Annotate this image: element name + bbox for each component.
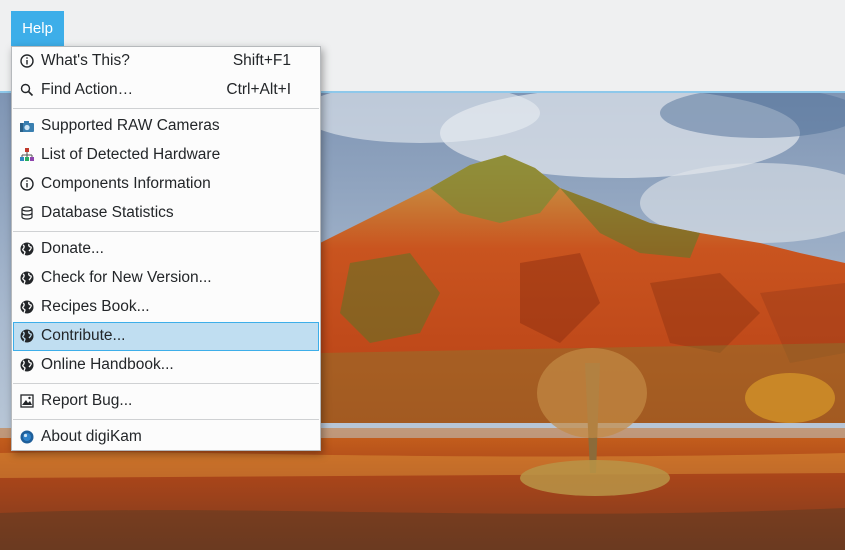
menu-separator xyxy=(13,419,319,420)
menu-item-check-new-version[interactable]: Check for New Version... xyxy=(13,264,319,293)
menu-item-recipes-book[interactable]: Recipes Book... xyxy=(13,293,319,322)
menu-item-online-handbook[interactable]: Online Handbook... xyxy=(13,351,319,380)
menu-item-whats-this[interactable]: What's This? Shift+F1 xyxy=(13,47,319,76)
menu-item-label: Components Information xyxy=(41,175,211,192)
menu-item-find-action[interactable]: Find Action… Ctrl+Alt+I xyxy=(13,76,319,105)
digikam-logo-icon xyxy=(19,429,35,445)
menu-item-label: Check for New Version... xyxy=(41,269,212,286)
menu-item-report-bug[interactable]: Report Bug... xyxy=(13,387,319,416)
globe-icon xyxy=(19,241,35,257)
globe-icon xyxy=(19,357,35,373)
globe-icon xyxy=(19,299,35,315)
menu-item-label: Recipes Book... xyxy=(41,298,150,315)
menu-item-label: Donate... xyxy=(41,240,104,257)
menu-item-label: Contribute... xyxy=(41,327,126,344)
search-icon xyxy=(19,82,35,98)
menu-item-donate[interactable]: Donate... xyxy=(13,235,319,264)
globe-icon xyxy=(19,270,35,286)
menubar-help[interactable]: Help xyxy=(11,11,64,46)
menu-item-shortcut: Ctrl+Alt+I xyxy=(226,81,291,98)
menu-item-database-statistics[interactable]: Database Statistics xyxy=(13,199,319,228)
menu-separator xyxy=(13,383,319,384)
menu-separator xyxy=(13,231,319,232)
menu-item-supported-raw-cameras[interactable]: Supported RAW Cameras xyxy=(13,112,319,141)
menu-item-components-information[interactable]: Components Information xyxy=(13,170,319,199)
hardware-icon xyxy=(19,147,35,163)
bug-report-icon xyxy=(19,393,35,409)
help-menu: What's This? Shift+F1 Find Action… Ctrl+… xyxy=(11,46,321,451)
menu-item-label: What's This? xyxy=(41,52,130,69)
menu-item-list-detected-hardware[interactable]: List of Detected Hardware xyxy=(13,141,319,170)
menu-item-label: About digiKam xyxy=(41,428,142,445)
info-icon xyxy=(19,53,35,69)
menu-item-label: List of Detected Hardware xyxy=(41,146,221,163)
menu-separator xyxy=(13,108,319,109)
info-icon xyxy=(19,176,35,192)
menu-item-contribute[interactable]: Contribute... xyxy=(13,322,319,351)
database-icon xyxy=(19,205,35,221)
camera-icon xyxy=(19,118,35,134)
globe-icon xyxy=(19,328,35,344)
menu-item-label: Find Action… xyxy=(41,81,134,98)
menu-item-label: Database Statistics xyxy=(41,204,174,221)
menu-item-shortcut: Shift+F1 xyxy=(232,52,291,69)
menu-item-label: Online Handbook... xyxy=(41,356,174,373)
menubar-help-label: Help xyxy=(22,20,53,37)
menu-item-label: Report Bug... xyxy=(41,392,133,409)
menu-item-about-digikam[interactable]: About digiKam xyxy=(13,423,319,452)
menu-item-label: Supported RAW Cameras xyxy=(41,117,220,134)
